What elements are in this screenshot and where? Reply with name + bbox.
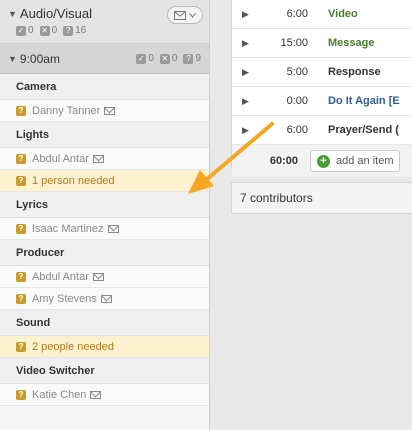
role-header-lights: Lights [0, 122, 209, 148]
expand-triangle-icon[interactable]: ▶ [242, 9, 252, 20]
unconfirmed-status-icon: ? [16, 271, 26, 282]
unconfirmed-status-icon: ? [16, 223, 26, 234]
item-title[interactable]: Prayer/Send ( [328, 124, 399, 136]
add-item-button[interactable]: + add an item [310, 150, 401, 172]
person-row[interactable]: ? Abdul Antar [0, 148, 209, 170]
plan-item-row[interactable]: ▶ 15:00 Message [232, 29, 412, 58]
plan-area: ▶ 6:00 Video ▶ 15:00 Message ▶ 5:00 Resp… [211, 0, 412, 430]
person-name[interactable]: Katie Chen [32, 389, 86, 401]
time-row[interactable]: ▼ 9:00am ✓ 0 ✕ 0 ? 9 [0, 44, 209, 74]
total-length: 60:00 [269, 155, 298, 167]
collapse-triangle-icon[interactable]: ▼ [8, 54, 17, 64]
confirmed-icon: ✓ [136, 54, 147, 64]
mail-icon[interactable] [104, 106, 116, 115]
chevron-down-icon [189, 12, 196, 18]
plan-items-table: ▶ 6:00 Video ▶ 15:00 Message ▶ 5:00 Resp… [231, 0, 412, 177]
unconfirmed-status-icon: ? [16, 293, 26, 304]
expand-triangle-icon[interactable]: ▶ [242, 96, 252, 107]
time-counts: ✓ 0 ✕ 0 ? 9 [136, 53, 201, 64]
person-row[interactable]: ? Amy Stevens [0, 288, 209, 310]
person-row[interactable]: ? Abdul Antar [0, 266, 209, 288]
plan-total-row: 60:00 + add an item [232, 145, 412, 177]
item-title[interactable]: Response [328, 66, 381, 78]
person-name[interactable]: Amy Stevens [32, 293, 97, 305]
expand-triangle-icon[interactable]: ▶ [242, 67, 252, 78]
item-title[interactable]: Video [328, 8, 358, 20]
needed-row[interactable]: ? 2 people needed [0, 336, 209, 358]
section-counts: ✓ 0 ✕ 0 ? 16 [8, 25, 209, 36]
item-length[interactable]: 6:00 [272, 8, 308, 20]
section-header: ▼ Audio/Visual ✓ 0 ✕ 0 ? 16 [0, 0, 209, 44]
expand-triangle-icon[interactable]: ▶ [242, 125, 252, 136]
item-length[interactable]: 6:00 [272, 124, 308, 136]
role-header-sound: Sound [0, 310, 209, 336]
needed-label: 1 person needed [32, 174, 115, 187]
unconfirmed-icon: ? [63, 26, 74, 36]
confirmed-icon: ✓ [16, 26, 26, 36]
mail-icon[interactable] [107, 224, 119, 233]
unconfirmed-status-icon: ? [16, 153, 26, 164]
person-row[interactable]: ? Katie Chen [0, 384, 209, 406]
role-header-lyrics: Lyrics [0, 192, 209, 218]
declined-icon: ✕ [159, 54, 170, 64]
person-row[interactable]: ? Isaac Martinez [0, 218, 209, 240]
person-name[interactable]: Abdul Antar [32, 271, 89, 283]
plan-item-row[interactable]: ▶ 0:00 Do It Again [E [232, 87, 412, 116]
time-label: 9:00am [19, 51, 60, 66]
person-name[interactable]: Abdul Antar [32, 153, 89, 165]
collapse-triangle-icon[interactable]: ▼ [8, 9, 17, 19]
plan-item-row[interactable]: ▶ 5:00 Response [232, 58, 412, 87]
confirmed-count: ✓ 0 [16, 25, 34, 36]
role-header-producer: Producer [0, 240, 209, 266]
contributors-box[interactable]: 7 contributors [231, 182, 412, 214]
person-name[interactable]: Danny Tanner [32, 105, 100, 117]
person-name[interactable]: Isaac Martinez [32, 223, 104, 235]
plus-icon: + [317, 154, 330, 168]
unconfirmed-count: ? 16 [63, 25, 86, 36]
item-length[interactable]: 0:00 [272, 95, 308, 107]
unconfirmed-status-icon: ? [16, 389, 26, 400]
unconfirmed-icon: ? [183, 54, 194, 64]
add-item-label: add an item [336, 155, 394, 167]
confirmed-count: ✓ 0 [136, 53, 154, 64]
team-sidebar: ▼ Audio/Visual ✓ 0 ✕ 0 ? 16 ▼ 9:00am ✓ 0 ✕ 0 … [0, 0, 210, 430]
expand-triangle-icon[interactable]: ▶ [242, 38, 252, 49]
item-title[interactable]: Message [328, 37, 374, 49]
plan-item-row[interactable]: ▶ 6:00 Video [232, 0, 412, 29]
item-length[interactable]: 5:00 [272, 66, 308, 78]
section-title: Audio/Visual [19, 6, 92, 21]
needed-icon: ? [16, 175, 26, 186]
declined-count: ✕ 0 [39, 25, 58, 36]
mail-icon[interactable] [92, 154, 104, 163]
contributors-label: 7 contributors [240, 191, 313, 205]
role-header-video-switcher: Video Switcher [0, 358, 209, 384]
envelope-icon [174, 10, 186, 20]
unconfirmed-status-icon: ? [16, 105, 26, 116]
role-header-camera: Camera [0, 74, 209, 100]
item-title[interactable]: Do It Again [E [328, 95, 400, 107]
needed-row[interactable]: ? 1 person needed [0, 170, 209, 192]
mail-icon[interactable] [90, 390, 102, 399]
unconfirmed-count: ? 9 [183, 53, 201, 64]
person-row[interactable]: ? Danny Tanner [0, 100, 209, 122]
mail-icon[interactable] [92, 272, 104, 281]
needed-label: 2 people needed [32, 340, 114, 353]
time-label-row: ▼ 9:00am [8, 52, 60, 66]
declined-count: ✕ 0 [159, 53, 178, 64]
item-length[interactable]: 15:00 [272, 37, 308, 49]
mail-icon[interactable] [100, 294, 112, 303]
declined-icon: ✕ [39, 26, 50, 36]
plan-item-row[interactable]: ▶ 6:00 Prayer/Send ( [232, 116, 412, 145]
needed-icon: ? [16, 341, 26, 352]
email-menu-button[interactable] [167, 6, 203, 24]
